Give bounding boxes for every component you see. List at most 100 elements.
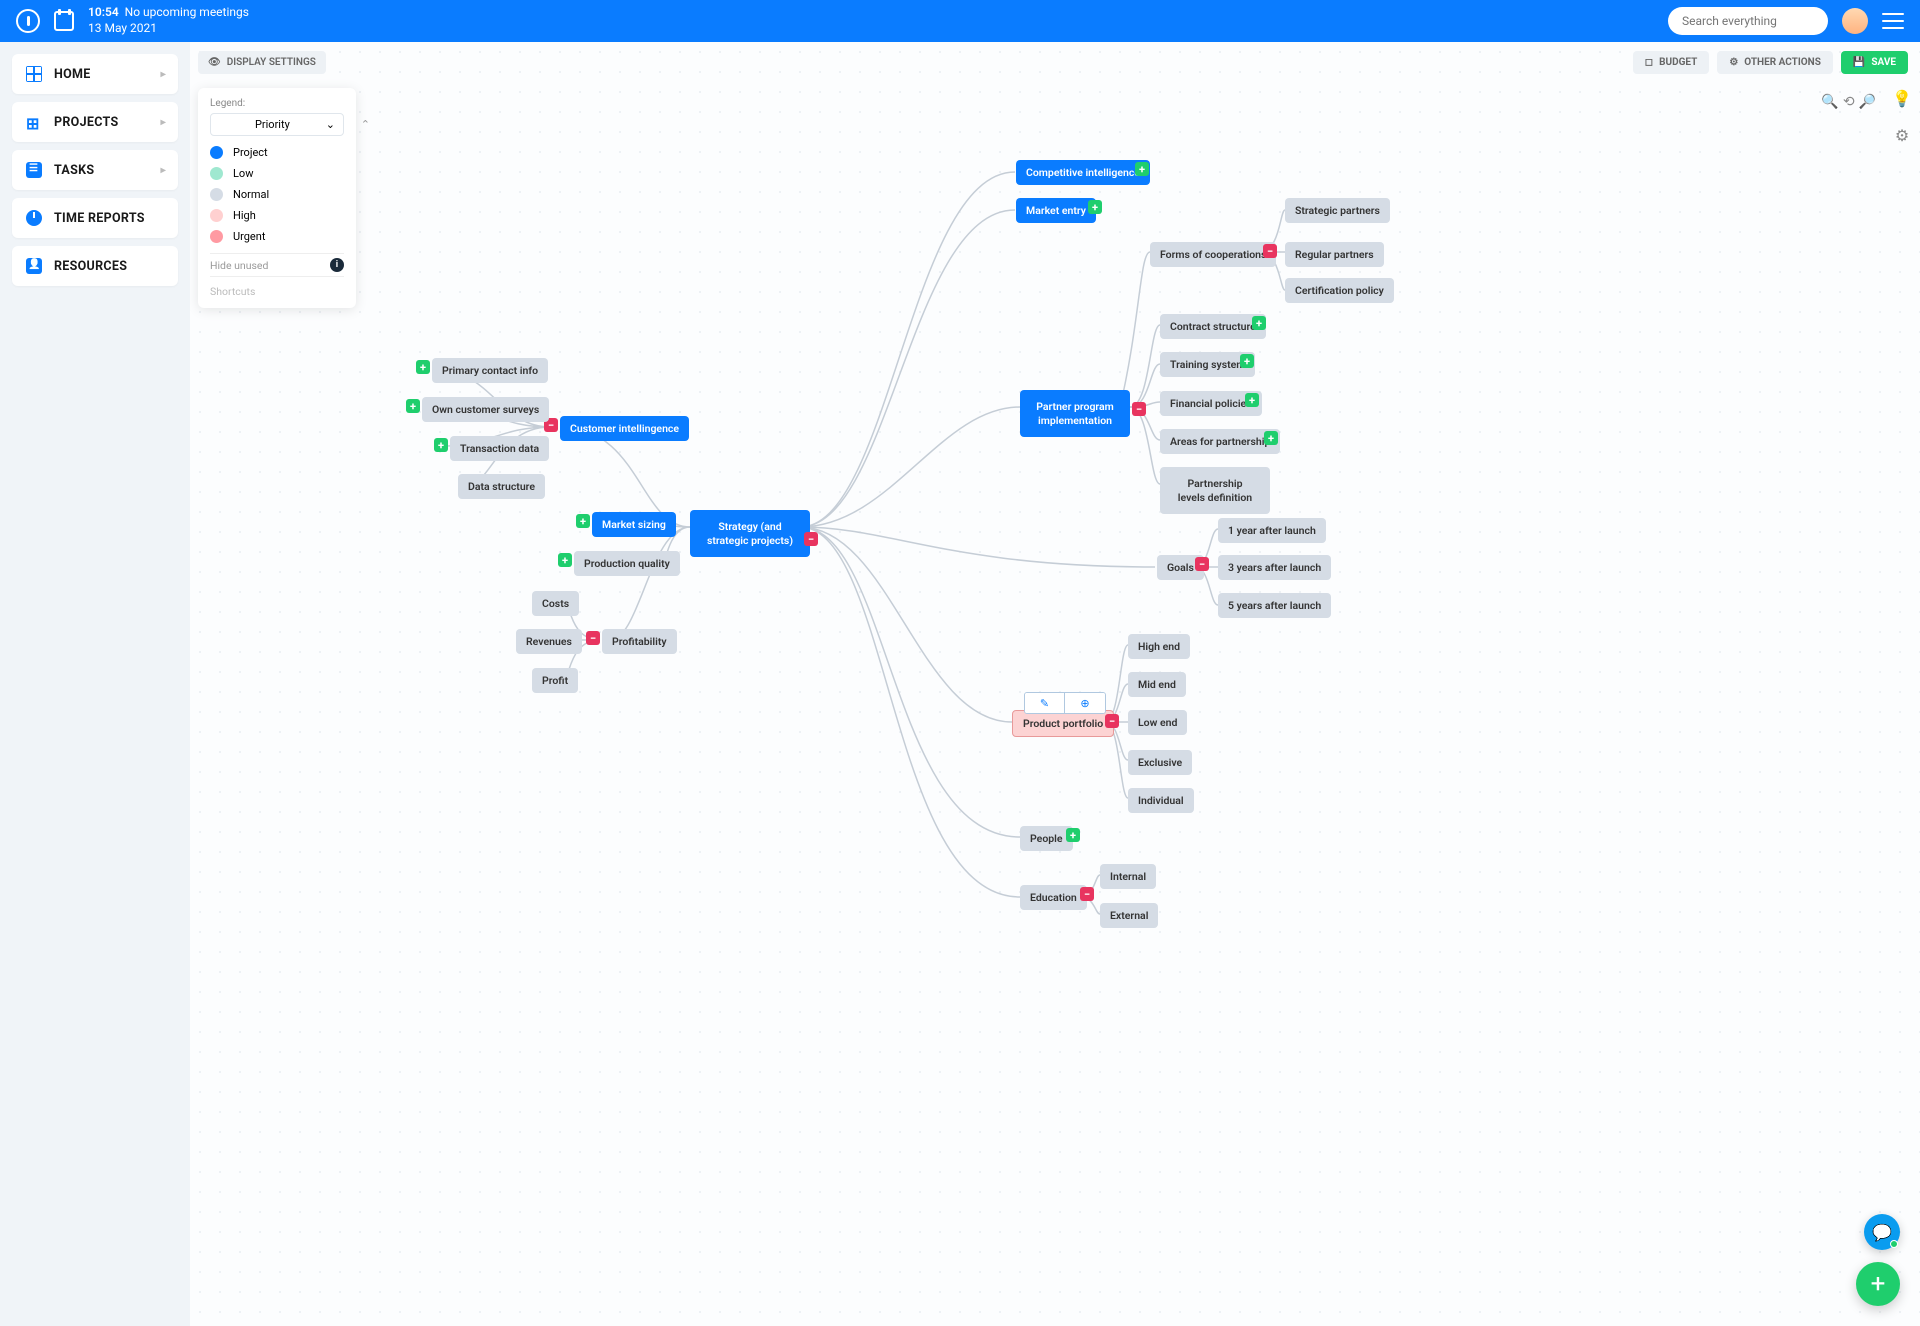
save-button[interactable]: 💾SAVE: [1841, 51, 1908, 74]
menu-icon[interactable]: [1882, 13, 1904, 29]
legend-dropdown[interactable]: Priority⌄⌃: [210, 113, 344, 136]
collapse-icon[interactable]: −: [1263, 244, 1277, 258]
collapse-icon[interactable]: −: [586, 631, 600, 645]
node-data-struct[interactable]: Data structure: [458, 474, 545, 499]
connector-lines: [190, 42, 1920, 1326]
node-cust-intel[interactable]: Customer intellingence: [560, 416, 689, 441]
expand-icon[interactable]: +: [1264, 431, 1278, 445]
node-education[interactable]: Education: [1020, 885, 1087, 910]
nav-home[interactable]: HOME: [12, 54, 178, 94]
idea-icon[interactable]: 💡: [1892, 89, 1912, 108]
expand-icon[interactable]: +: [1245, 393, 1259, 407]
node-partner-levels[interactable]: Partnership levels definition: [1160, 467, 1270, 514]
nav-tasks[interactable]: TASKS: [12, 150, 178, 190]
expand-icon[interactable]: +: [558, 553, 572, 567]
expand-icon[interactable]: +: [1240, 354, 1254, 368]
node-revenues[interactable]: Revenues: [516, 629, 582, 654]
node-product-portfolio[interactable]: Product portfolio: [1012, 710, 1114, 737]
add-node-button[interactable]: ⊕: [1065, 693, 1105, 713]
node-root[interactable]: Strategy (and strategic projects): [690, 510, 810, 557]
zoom-reset-icon[interactable]: ⟲: [1843, 94, 1855, 110]
expand-icon[interactable]: +: [1135, 162, 1149, 176]
node-mid-end[interactable]: Mid end: [1128, 672, 1186, 697]
budget-button[interactable]: ◻BUDGET: [1633, 51, 1710, 74]
node-g1[interactable]: 1 year after launch: [1218, 518, 1326, 543]
legend-item[interactable]: Urgent: [210, 230, 344, 243]
tasks-icon: [26, 162, 42, 178]
shortcuts-link[interactable]: Shortcuts: [210, 276, 344, 298]
chevron-up-icon[interactable]: ⌃: [361, 118, 370, 131]
node-people[interactable]: People: [1020, 826, 1073, 851]
expand-icon[interactable]: +: [406, 399, 420, 413]
node-forms-coop[interactable]: Forms of cooperations: [1150, 242, 1276, 267]
node-prod-quality[interactable]: Production quality: [574, 551, 680, 576]
node-partner-program[interactable]: Partner program implementation: [1020, 390, 1130, 437]
avatar[interactable]: [1842, 8, 1868, 34]
expand-icon[interactable]: +: [1088, 200, 1102, 214]
other-actions-button[interactable]: ⚙OTHER ACTIONS: [1717, 51, 1833, 74]
collapse-icon[interactable]: −: [1195, 557, 1209, 571]
legend-item[interactable]: Project: [210, 146, 344, 159]
expand-icon[interactable]: +: [416, 360, 430, 374]
node-profitability[interactable]: Profitability: [602, 629, 677, 654]
nav-projects[interactable]: PROJECTS: [12, 102, 178, 142]
settings-icon[interactable]: ⚙: [1895, 126, 1909, 145]
node-g3[interactable]: 3 years after launch: [1218, 555, 1331, 580]
edit-node-button[interactable]: ✎: [1025, 693, 1065, 713]
top-header: 10:54 No upcoming meetings 13 May 2021: [0, 0, 1920, 42]
collapse-icon[interactable]: −: [1080, 887, 1094, 901]
add-fab[interactable]: +: [1856, 1262, 1900, 1306]
expand-icon[interactable]: +: [1066, 828, 1080, 842]
legend-item[interactable]: High: [210, 209, 344, 222]
nav-resources[interactable]: RESOURCES: [12, 246, 178, 286]
node-areas-partner[interactable]: Areas for partnership: [1160, 429, 1280, 454]
legend-item[interactable]: Low: [210, 167, 344, 180]
nav-label: HOME: [54, 67, 91, 82]
node-high-end[interactable]: High end: [1128, 634, 1190, 659]
expand-icon[interactable]: +: [576, 514, 590, 528]
node-market-sizing[interactable]: Market sizing: [592, 512, 676, 537]
node-costs[interactable]: Costs: [532, 591, 579, 616]
node-competitive-intel[interactable]: Competitive intelligence: [1016, 160, 1150, 185]
node-trans-data[interactable]: Transaction data: [450, 436, 549, 461]
node-pci[interactable]: Primary contact info: [432, 358, 548, 383]
mindmap-canvas[interactable]: 👁DISPLAY SETTINGS ◻BUDGET ⚙OTHER ACTIONS…: [190, 42, 1920, 1326]
search-input[interactable]: [1668, 7, 1828, 35]
legend-label: Low: [233, 167, 253, 180]
expand-icon[interactable]: +: [1252, 316, 1266, 330]
legend-dot: [210, 209, 223, 222]
collapse-icon[interactable]: −: [804, 532, 818, 546]
header-date: 13 May 2021: [88, 21, 249, 37]
nav-time-reports[interactable]: TIME REPORTS: [12, 198, 178, 238]
legend-item[interactable]: Normal: [210, 188, 344, 201]
chat-fab[interactable]: [1864, 1214, 1900, 1250]
collapse-icon[interactable]: −: [1132, 402, 1146, 416]
node-external[interactable]: External: [1100, 903, 1158, 928]
node-exclusive[interactable]: Exclusive: [1128, 750, 1192, 775]
hide-unused-toggle[interactable]: Hide unusedi: [210, 253, 344, 276]
expand-icon[interactable]: +: [434, 438, 448, 452]
header-meetings: No upcoming meetings: [125, 5, 249, 19]
nav-label: TIME REPORTS: [54, 211, 145, 226]
collapse-icon[interactable]: −: [1105, 714, 1119, 728]
node-internal[interactable]: Internal: [1100, 864, 1156, 889]
node-strategic-partners[interactable]: Strategic partners: [1285, 198, 1390, 223]
node-regular-partners[interactable]: Regular partners: [1285, 242, 1384, 267]
node-g5[interactable]: 5 years after launch: [1218, 593, 1331, 618]
legend-dot: [210, 230, 223, 243]
node-cert-policy[interactable]: Certification policy: [1285, 278, 1394, 303]
eye-icon: 👁: [208, 57, 221, 68]
node-actions-popup: ✎ ⊕: [1024, 692, 1106, 714]
node-surveys[interactable]: Own customer surveys: [422, 397, 549, 422]
zoom-in-icon[interactable]: 🔍: [1821, 94, 1838, 110]
display-settings-button[interactable]: 👁DISPLAY SETTINGS: [198, 51, 326, 74]
calendar-icon[interactable]: [54, 11, 74, 31]
info-icon[interactable]: i: [330, 258, 344, 272]
node-market-entry[interactable]: Market entry: [1016, 198, 1096, 223]
node-contract-struct[interactable]: Contract structure: [1160, 314, 1266, 339]
node-low-end[interactable]: Low end: [1128, 710, 1187, 735]
node-profit[interactable]: Profit: [532, 668, 578, 693]
node-individual[interactable]: Individual: [1128, 788, 1194, 813]
zoom-out-icon[interactable]: 🔎: [1859, 94, 1876, 110]
app-logo-icon[interactable]: [16, 9, 40, 33]
